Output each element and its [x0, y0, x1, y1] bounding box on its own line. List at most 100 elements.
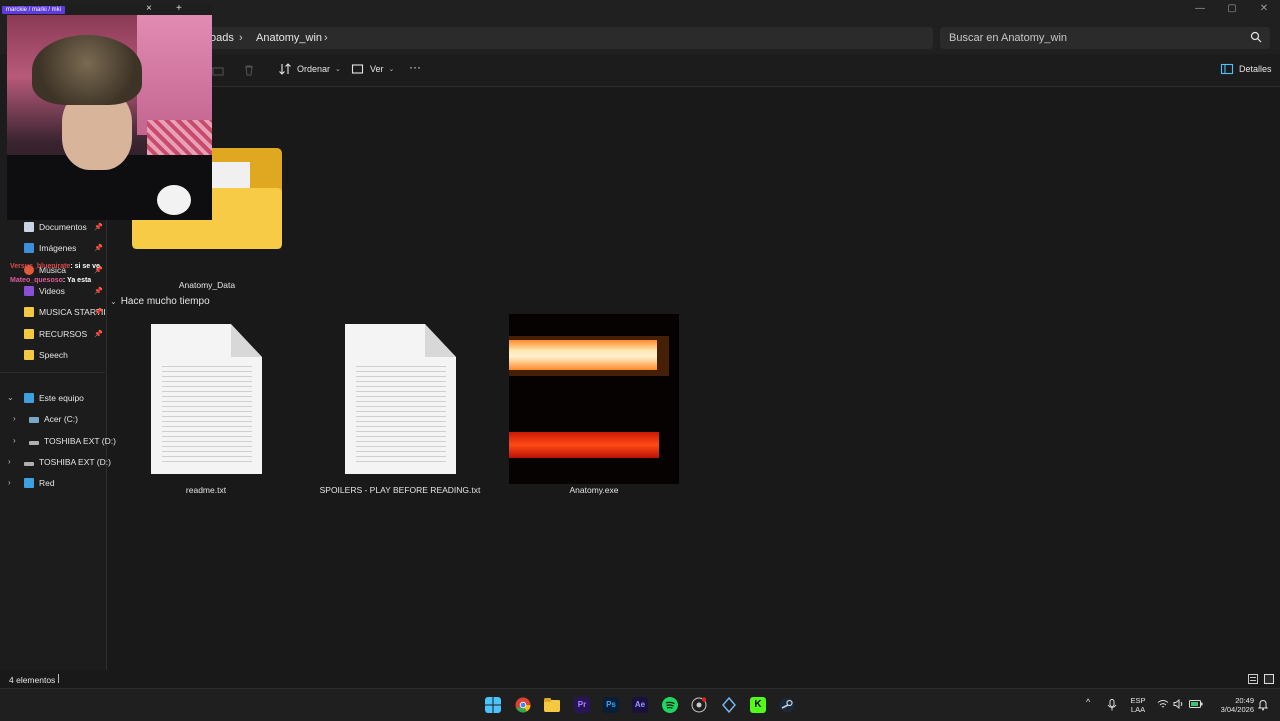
close-window-button[interactable]: ✕	[1248, 0, 1280, 20]
document-icon	[24, 222, 34, 232]
webcam-background	[137, 15, 212, 135]
item-count: 4 elementos	[9, 675, 56, 685]
chevron-right-icon[interactable]: ›	[8, 457, 11, 466]
battery-icon[interactable]	[1189, 699, 1203, 709]
notification-bell-icon[interactable]	[1258, 699, 1268, 711]
chat-username: Mateo_quesoso	[10, 277, 63, 284]
large-icons-view-icon[interactable]	[1264, 674, 1274, 684]
windows-start-icon[interactable]	[485, 697, 501, 713]
search-input[interactable]: Buscar en Anatomy_win	[940, 27, 1270, 49]
drive-c-icon	[29, 417, 39, 423]
obs-icon[interactable]	[691, 697, 707, 713]
webcam-overlay	[7, 15, 212, 220]
search-icon[interactable]	[1250, 31, 1262, 43]
language-indicator[interactable]: ESP LAA	[1128, 696, 1148, 714]
pin-icon: 📌	[94, 331, 103, 338]
sidebar-item-label: Videos	[39, 286, 65, 296]
pin-icon: 📌	[94, 245, 103, 252]
view-button[interactable]: Ver ⌄	[351, 62, 394, 76]
status-bar: 4 elementos	[0, 670, 1280, 688]
sidebar-item-label: TOSHIBA EXT (D:)	[39, 457, 111, 467]
sidebar-item-red[interactable]: Red	[24, 478, 55, 488]
sidebar-item-toshiba-d[interactable]: TOSHIBA EXT (D:)	[29, 436, 116, 446]
sidebar-item-label: Documentos	[39, 222, 87, 232]
view-chevron-down-icon: ⌄	[388, 66, 395, 73]
sidebar-item-label: Acer (C:)	[44, 414, 78, 424]
clock[interactable]: 20:49 3/04/2026	[1212, 696, 1254, 714]
chevron-right-icon[interactable]: ›	[13, 414, 16, 423]
chrome-icon[interactable]	[515, 697, 531, 713]
exe-thumbnail-bar	[509, 432, 659, 458]
folder-icon	[24, 350, 34, 360]
premiere-icon[interactable]: Pr	[574, 697, 590, 713]
breadcrumb-current[interactable]: Anatomy_win	[256, 32, 322, 44]
sidebar-item-este-equipo[interactable]: Este equipo	[24, 393, 84, 403]
spotify-icon[interactable]	[662, 697, 678, 713]
breadcrumb-downloads[interactable]: oads	[210, 32, 234, 44]
network-icon	[24, 478, 34, 488]
volume-icon[interactable]	[1173, 699, 1184, 709]
text-file-icon	[356, 362, 446, 466]
tray-overflow-chevron-icon[interactable]: ^	[1086, 698, 1090, 707]
maximize-button[interactable]: ▢	[1216, 0, 1248, 20]
share-icon[interactable]	[212, 64, 224, 76]
details-label: Detalles	[1239, 64, 1272, 74]
page-fold	[425, 324, 456, 357]
chevron-right-icon[interactable]: ›	[13, 436, 16, 445]
stream-tab-label[interactable]: marckie / marki / mki	[2, 6, 66, 14]
more-options-button[interactable]: ···	[409, 60, 421, 74]
chevron-right-icon[interactable]: ›	[8, 478, 11, 487]
breadcrumb-chevron-icon[interactable]: ›	[324, 32, 328, 44]
videos-icon	[24, 286, 34, 296]
pin-icon: 📌	[94, 309, 103, 316]
plus-icon[interactable]: +	[176, 3, 182, 14]
details-view-icon[interactable]	[1248, 674, 1258, 684]
minimize-button[interactable]: —	[1184, 0, 1216, 20]
images-icon	[24, 243, 34, 253]
sidebar-item-videos[interactable]: Videos	[24, 286, 65, 296]
details-button[interactable]: Detalles	[1220, 62, 1272, 76]
after-effects-icon[interactable]: Ae	[632, 697, 648, 713]
file-explorer-icon[interactable]	[544, 697, 560, 713]
taskbar: Pr Ps Ae K ^ ESP LAA 20:49 3/04/2026	[0, 688, 1280, 721]
file-anatomy-exe[interactable]	[509, 314, 679, 484]
sidebar-item-speech[interactable]: Speech	[24, 350, 68, 360]
clock-time: 20:49	[1235, 696, 1254, 705]
kick-icon[interactable]: K	[750, 697, 766, 713]
stream-tab: marckie / marki / mki × +	[0, 3, 212, 15]
view-icon	[351, 64, 364, 74]
wifi-icon[interactable]	[1157, 699, 1169, 709]
steam-icon[interactable]	[779, 697, 795, 713]
dev-icon[interactable]	[721, 697, 737, 713]
file-spoilers[interactable]	[345, 324, 456, 474]
details-pane-icon	[1220, 63, 1234, 75]
pin-icon: 📌	[94, 224, 103, 231]
photoshop-icon[interactable]: Ps	[603, 697, 619, 713]
chat-message: Versus_bluepirate: si se ve	[10, 263, 100, 270]
breadcrumb-separator-icon: ›	[239, 32, 243, 44]
sort-button[interactable]: Ordenar ⌄	[278, 62, 341, 76]
sidebar-item-toshiba-external[interactable]: TOSHIBA EXT (D:)	[24, 457, 111, 467]
file-readme[interactable]	[151, 324, 262, 474]
folder-icon	[24, 307, 34, 317]
language-code: ESP	[1130, 696, 1146, 705]
delete-icon[interactable]	[243, 64, 255, 76]
pin-icon: 📌	[94, 288, 103, 295]
group-header[interactable]: ⌄ Hace mucho tiempo	[110, 296, 210, 307]
chat-text: : Ya esta	[62, 277, 92, 284]
sidebar-item-imagenes[interactable]: Imágenes	[24, 243, 76, 253]
chevron-down-icon[interactable]: ⌄	[7, 393, 14, 402]
webcam-streamer-hat	[32, 35, 142, 105]
close-icon[interactable]: ×	[146, 3, 152, 14]
folder-icon	[24, 329, 34, 339]
microphone-icon[interactable]	[1107, 699, 1117, 711]
sidebar-item-label: TOSHIBA EXT (D:)	[44, 436, 116, 446]
sidebar-item-acer-c[interactable]: Acer (C:)	[29, 414, 78, 424]
webcam-background	[147, 120, 212, 160]
keyboard-layout: LAA	[1130, 705, 1146, 714]
sidebar-item-documentos[interactable]: Documentos	[24, 222, 87, 232]
drive-icon	[24, 461, 34, 466]
page-fold	[231, 324, 262, 357]
address-bar[interactable]: oads › Anatomy_win ›	[205, 27, 933, 49]
sidebar-item-recursos[interactable]: RECURSOS	[24, 329, 87, 339]
